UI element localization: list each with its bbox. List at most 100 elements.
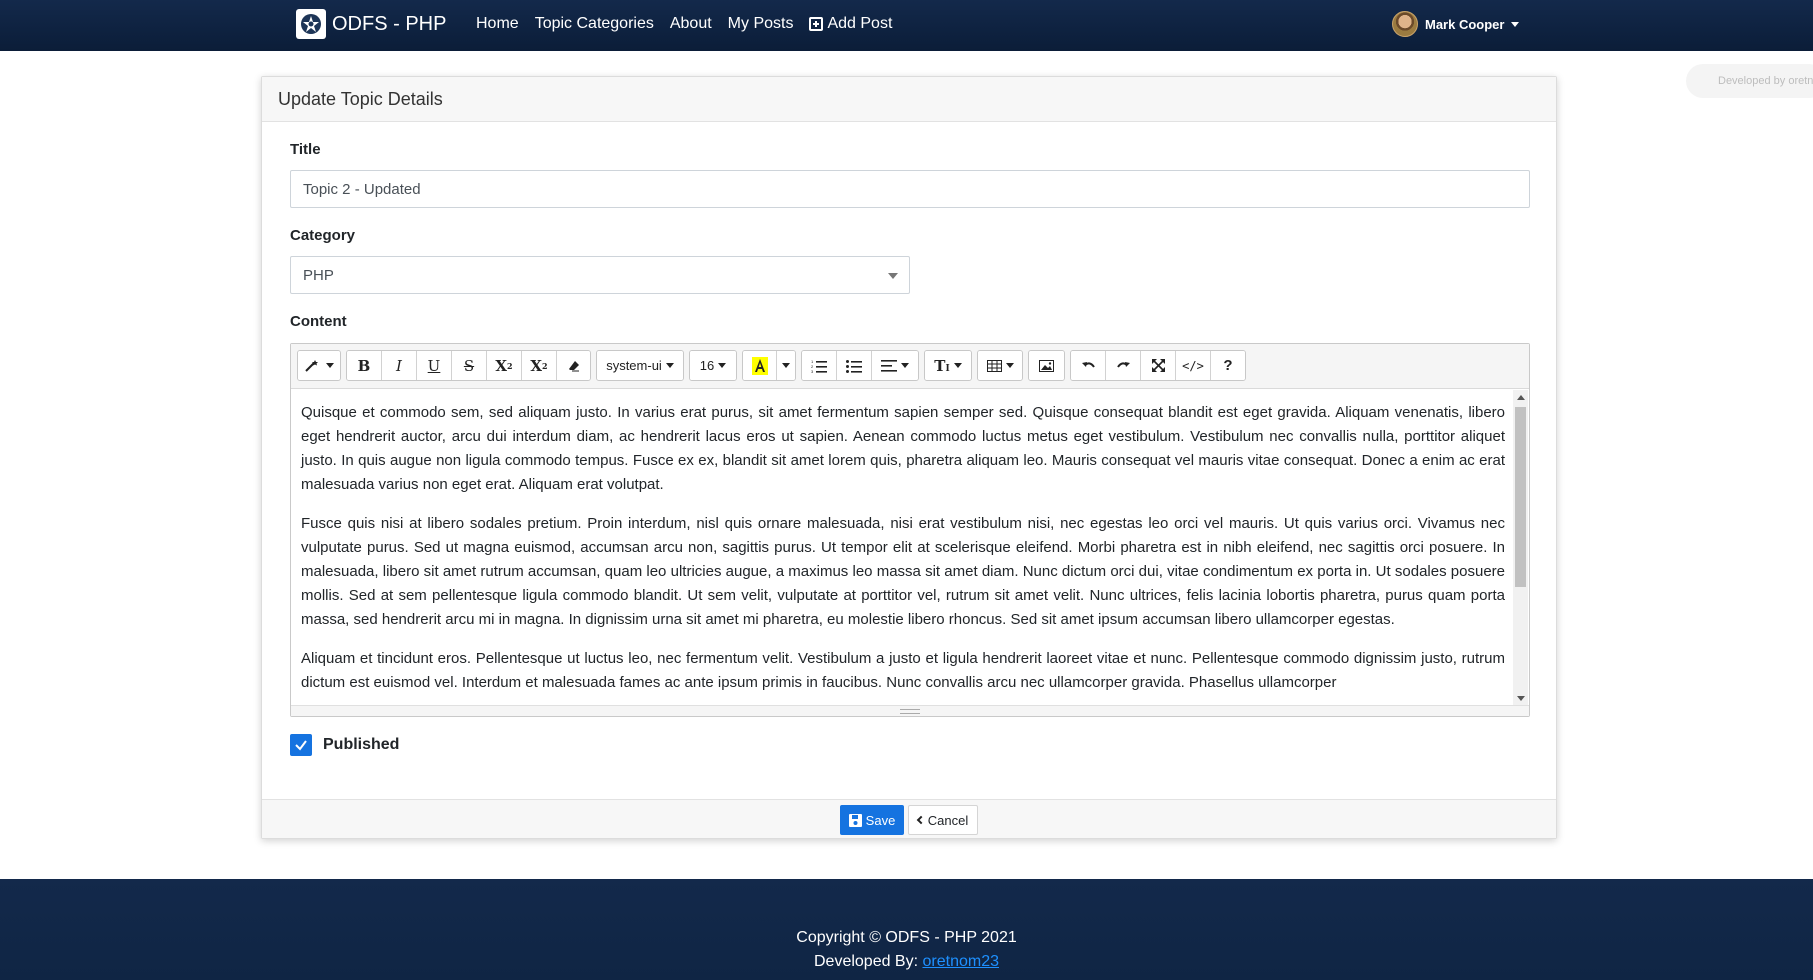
- bold-button[interactable]: B: [347, 351, 382, 380]
- redo-icon: [1116, 361, 1130, 368]
- strikethrough-button[interactable]: S: [452, 351, 487, 380]
- font-family-value: system-ui: [606, 358, 662, 373]
- caret-down-icon: [326, 363, 334, 368]
- italic-button[interactable]: I: [382, 351, 417, 380]
- toolbar-group-style: [297, 350, 341, 381]
- toolbar-group-view: </> ?: [1070, 350, 1246, 381]
- toolbar-group-fontsize: 16: [689, 350, 737, 381]
- unordered-list-icon: [846, 359, 862, 373]
- card-title: Update Topic Details: [262, 77, 1556, 122]
- scrollbar-thumb[interactable]: [1515, 407, 1526, 587]
- brand-name: ODFS - PHP: [332, 12, 447, 35]
- title-input[interactable]: Topic 2 - Updated: [290, 170, 1530, 208]
- underline-button[interactable]: U: [417, 351, 452, 380]
- caret-down-icon: [953, 363, 962, 368]
- nav-add-post-label: Add Post: [827, 15, 893, 32]
- help-button[interactable]: ?: [1211, 351, 1245, 380]
- code-view-button[interactable]: </>: [1176, 351, 1211, 380]
- update-topic-card: Update Topic Details Title Topic 2 - Upd…: [261, 76, 1557, 839]
- scroll-up-arrow-icon[interactable]: [1517, 395, 1525, 400]
- caret-down-icon: [718, 363, 727, 368]
- toolbar-group-insert: [1028, 350, 1065, 381]
- caret-down-icon: [665, 363, 674, 368]
- developer-credit-pill[interactable]: Developed by oretnom23: [1686, 64, 1813, 98]
- grip-icon: [900, 709, 920, 714]
- caret-down-icon: [1005, 363, 1014, 368]
- chevron-left-icon: [916, 815, 926, 825]
- scroll-down-arrow-icon[interactable]: [1517, 696, 1525, 701]
- align-left-icon: [881, 359, 897, 372]
- editor-resize-handle[interactable]: [291, 705, 1529, 716]
- category-selected-value: PHP: [303, 266, 334, 284]
- toolbar-group-para: 123: [801, 350, 919, 381]
- floppy-disk-icon: [848, 813, 862, 827]
- toolbar-group-color: [742, 350, 796, 381]
- undo-icon: [1081, 361, 1095, 368]
- nav-about[interactable]: About: [670, 15, 712, 33]
- ordered-list-button[interactable]: 123: [802, 351, 837, 380]
- editor-scrollbar[interactable]: [1513, 390, 1528, 706]
- caret-down-icon: [1511, 21, 1520, 27]
- code-icon: </>: [1182, 358, 1204, 373]
- checkmark-icon: [295, 740, 307, 751]
- nav-home[interactable]: Home: [476, 15, 519, 33]
- svg-text:3: 3: [811, 369, 814, 373]
- line-height-icon: TI: [934, 356, 950, 375]
- published-toggle[interactable]: Published: [290, 734, 399, 756]
- published-label: Published: [323, 736, 400, 753]
- image-icon: [1039, 359, 1054, 372]
- brand[interactable]: ODFS - PHP: [296, 8, 446, 40]
- category-label: Category: [290, 227, 356, 244]
- cancel-button[interactable]: Cancel: [908, 805, 978, 835]
- text-highlight-icon: [751, 356, 768, 375]
- table-dropdown[interactable]: [978, 351, 1022, 380]
- developer-link[interactable]: oretnom23: [923, 953, 1000, 970]
- font-family-dropdown[interactable]: system-ui: [597, 351, 683, 380]
- user-name: Mark Cooper: [1425, 16, 1505, 32]
- font-size-dropdown[interactable]: 16: [690, 351, 736, 380]
- clear-format-button[interactable]: [557, 351, 590, 380]
- site-footer: Copyright © ODFS - PHP 2021 Developed By…: [0, 879, 1813, 980]
- save-label: Save: [865, 812, 896, 828]
- category-select[interactable]: PHP: [290, 256, 910, 294]
- save-button[interactable]: Save: [840, 805, 904, 835]
- top-navbar: ODFS - PHP Home Topic Categories About M…: [0, 0, 1813, 51]
- developer-credit-text: Developed by oretnom23: [1718, 75, 1813, 87]
- content-paragraph: Quisque et commodo sem, sed aliquam just…: [301, 404, 1505, 493]
- highlight-color-button[interactable]: [743, 351, 777, 380]
- main-nav: Home Topic Categories About My Posts Add…: [476, 0, 908, 48]
- content-label: Content: [290, 313, 347, 330]
- eraser-icon: [568, 360, 579, 371]
- brand-logo-icon: [296, 9, 326, 39]
- fullscreen-button[interactable]: [1141, 351, 1176, 380]
- insert-image-button[interactable]: [1029, 351, 1064, 380]
- published-checkbox[interactable]: [290, 734, 312, 756]
- subscript-button[interactable]: X2: [522, 351, 557, 380]
- paragraph-align-dropdown[interactable]: [872, 351, 918, 380]
- user-menu-toggle[interactable]: Mark Cooper: [1392, 10, 1520, 38]
- avatar: [1392, 11, 1418, 37]
- unordered-list-button[interactable]: [837, 351, 872, 380]
- rich-text-editor: B I U S X2 X2 system-ui 16 1 2 3 TI </> …: [290, 343, 1530, 717]
- color-dropdown-button[interactable]: [777, 351, 795, 380]
- nav-topic-categories[interactable]: Topic Categories: [535, 15, 654, 33]
- undo-button[interactable]: [1071, 351, 1106, 380]
- nav-my-posts[interactable]: My Posts: [728, 15, 794, 33]
- title-label: Title: [290, 141, 321, 158]
- caret-down-icon: [901, 363, 909, 368]
- editor-toolbar: B I U S X2 X2 system-ui 16 1 2 3 TI </> …: [291, 344, 1529, 389]
- toolbar-group-table: [977, 350, 1023, 381]
- table-icon: [986, 359, 1002, 372]
- editor-content-area[interactable]: Quisque et commodo sem, sed aliquam just…: [291, 389, 1515, 706]
- content-paragraph: Aliquam et tincidunt eros. Pellentesque …: [301, 650, 1505, 691]
- question-icon: ?: [1223, 357, 1233, 374]
- copyright-text: Copyright © ODFS - PHP 2021: [796, 929, 1017, 946]
- redo-button[interactable]: [1106, 351, 1141, 380]
- caret-down-icon: [782, 363, 790, 368]
- superscript-button[interactable]: X2: [487, 351, 522, 380]
- line-height-dropdown[interactable]: TI: [925, 351, 971, 380]
- style-magic-button[interactable]: [298, 351, 340, 380]
- expand-icon: [1151, 359, 1165, 372]
- cancel-label: Cancel: [927, 812, 969, 828]
- nav-add-post[interactable]: Add Post: [809, 15, 892, 33]
